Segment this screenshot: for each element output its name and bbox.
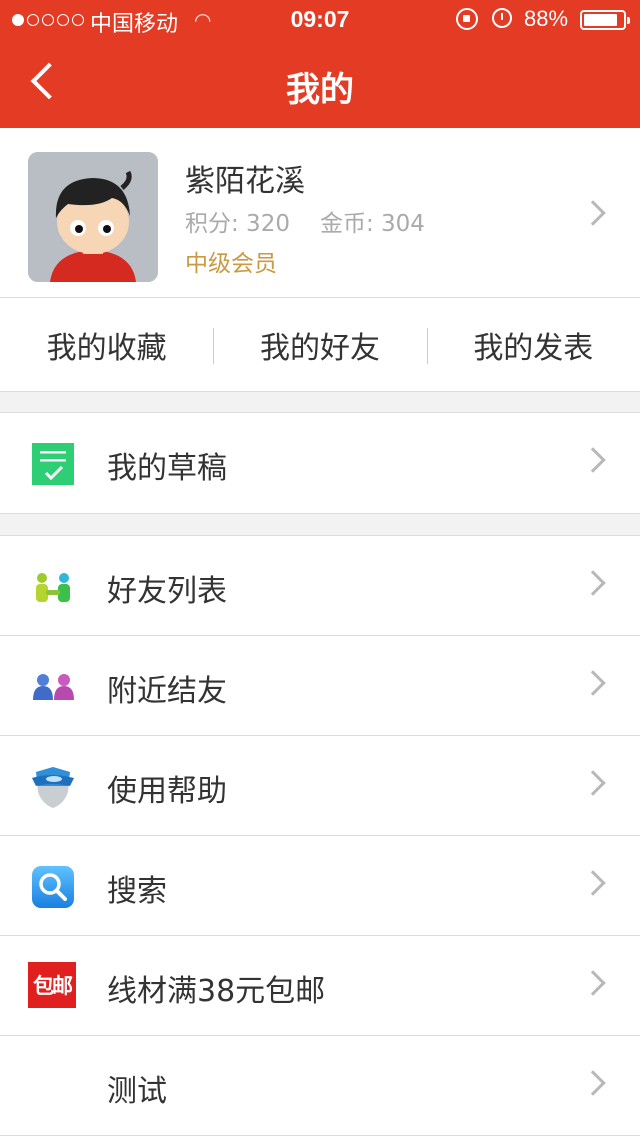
menu-item-drafts[interactable]: 我的草稿 [0, 413, 640, 513]
chevron-right-icon [580, 770, 606, 796]
page-title: 我的 [286, 70, 354, 110]
menu-label: 搜索 [107, 874, 167, 909]
menu-item-help[interactable]: 使用帮助 [0, 736, 640, 836]
menu-label: 我的草稿 [107, 451, 227, 486]
nearby-people-icon [30, 664, 76, 710]
rotation-lock-icon [456, 8, 478, 30]
help-shield-icon [30, 764, 76, 810]
menu-item-free-shipping[interactable]: 包邮 线材满38元包邮 [0, 936, 640, 1036]
battery-icon [580, 10, 630, 30]
user-stats: 积分: 320 金币: 304 [185, 204, 425, 238]
menu-item-test[interactable]: 测试 [0, 1036, 640, 1136]
divider [0, 513, 640, 514]
menu-item-nearby-friends[interactable]: 附近结友 [0, 636, 640, 736]
free-shipping-icon: 包邮 [28, 962, 76, 1008]
search-icon [30, 864, 76, 910]
alarm-icon [492, 8, 512, 28]
member-level: 中级会员 [185, 251, 277, 277]
username: 紫陌花溪 [185, 164, 305, 199]
menu-label: 附近结友 [107, 674, 227, 709]
quick-tabs: 我的收藏 我的好友 我的发表 [0, 298, 640, 392]
avatar [28, 152, 158, 282]
status-bar: 中国移动 ◠ 09:07 88% [0, 0, 640, 40]
menu-label: 线材满38元包邮 [107, 974, 326, 1009]
top-bar: 中国移动 ◠ 09:07 88% 我的 [0, 0, 640, 128]
drafts-icon [30, 441, 76, 487]
chevron-right-icon [580, 200, 606, 226]
my-favorites-button[interactable]: 我的收藏 [0, 298, 213, 391]
menu-item-friends-list[interactable]: 好友列表 [0, 536, 640, 636]
points: 积分: 320 [185, 211, 290, 237]
coins: 金币: 304 [319, 211, 425, 237]
profile-card[interactable]: 紫陌花溪 积分: 320 金币: 304 中级会员 [0, 128, 640, 298]
my-posts-button[interactable]: 我的发表 [426, 298, 640, 391]
battery-percent: 88% [524, 6, 569, 31]
menu-label: 使用帮助 [107, 774, 227, 809]
friends-icon [30, 564, 76, 610]
chevron-right-icon [580, 1070, 606, 1096]
free-shipping-icon-text: 包邮 [33, 974, 73, 998]
menu-label: 好友列表 [107, 574, 227, 609]
my-friends-button[interactable]: 我的好友 [213, 298, 426, 391]
chevron-right-icon [580, 570, 606, 596]
chevron-right-icon [580, 670, 606, 696]
chevron-right-icon [580, 970, 606, 996]
chevron-right-icon [580, 870, 606, 896]
chevron-right-icon [580, 447, 606, 473]
menu-item-search[interactable]: 搜索 [0, 836, 640, 936]
menu-label: 测试 [107, 1074, 167, 1109]
